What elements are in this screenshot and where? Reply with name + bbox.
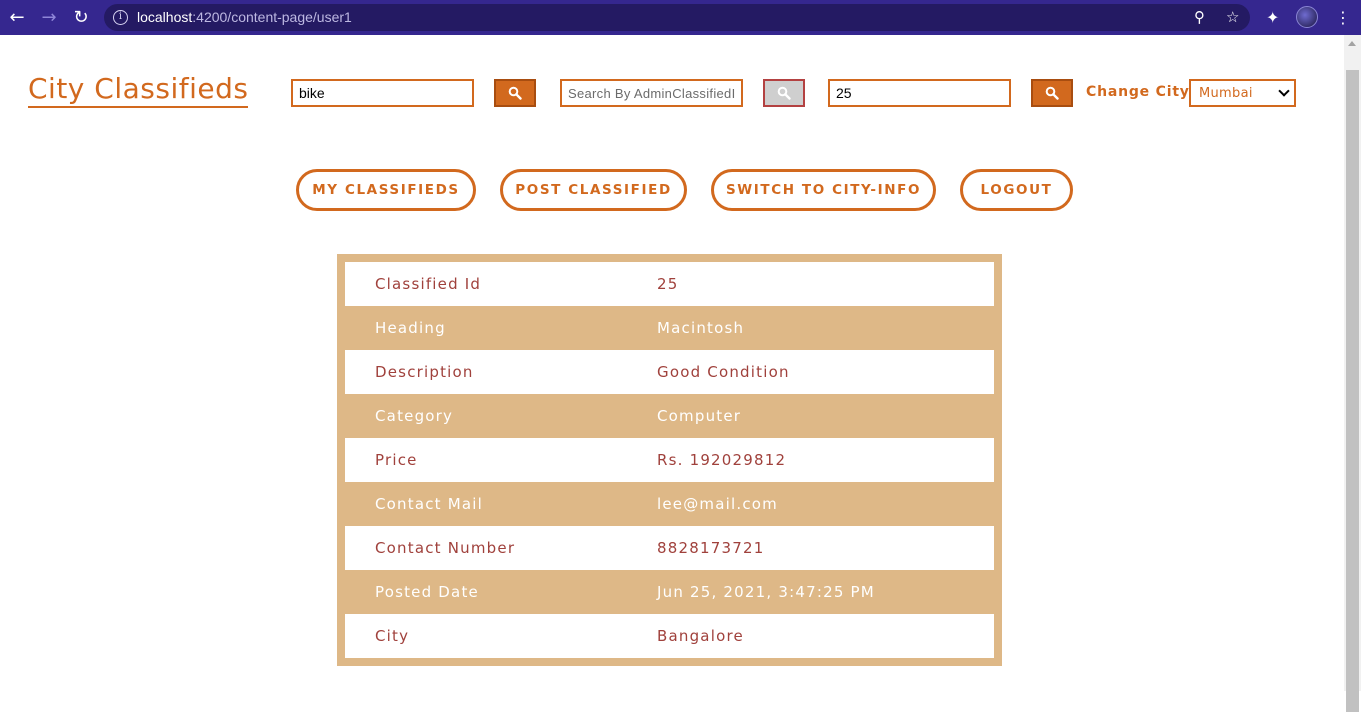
detail-row: Description Good Condition — [345, 350, 994, 394]
detail-label: Price — [375, 451, 418, 469]
brand-logo[interactable]: City Classifieds — [28, 72, 249, 108]
search-input-keyword[interactable] — [291, 79, 474, 107]
switch-city-info-button[interactable]: SWITCH TO CITY-INFO — [711, 169, 936, 211]
city-select[interactable]: Mumbai — [1189, 79, 1296, 107]
detail-value: Rs. 192029812 — [657, 451, 787, 469]
city-select-value: Mumbai — [1199, 85, 1253, 101]
detail-row: Classified Id 25 — [345, 262, 994, 306]
detail-value: lee@mail.com — [657, 495, 778, 513]
search-button-admin-id[interactable] — [763, 79, 805, 107]
profile-avatar[interactable] — [1296, 6, 1318, 28]
key-icon[interactable]: ⚲ — [1194, 8, 1205, 26]
detail-row: Posted Date Jun 25, 2021, 3:47:25 PM — [345, 570, 994, 614]
detail-value: Good Condition — [657, 363, 790, 381]
scrollbar-thumb[interactable] — [1346, 70, 1359, 712]
search-icon — [1045, 86, 1059, 100]
detail-label: Classified Id — [375, 275, 482, 293]
detail-row: Contact Mail lee@mail.com — [345, 482, 994, 526]
detail-row: Heading Macintosh — [345, 306, 994, 350]
detail-label: Heading — [375, 319, 446, 337]
page-scrollbar[interactable] — [1344, 35, 1361, 712]
detail-row: City Bangalore — [345, 614, 994, 658]
detail-value: Computer — [657, 407, 742, 425]
puzzle-extension-icon[interactable]: ✦ — [1266, 0, 1279, 35]
search-button-keyword[interactable] — [494, 79, 536, 107]
detail-label: Contact Number — [375, 539, 516, 557]
search-button-classified-id[interactable] — [1031, 79, 1073, 107]
url-text[interactable]: localhost:4200/content-page/user1 — [137, 9, 352, 25]
detail-label: Category — [375, 407, 454, 425]
detail-value: Macintosh — [657, 319, 745, 337]
detail-row: Category Computer — [345, 394, 994, 438]
browser-toolbar: ← → ↻ i localhost:4200/content-page/user… — [0, 0, 1361, 35]
chevron-down-icon — [1278, 85, 1290, 97]
site-info-icon[interactable]: i — [113, 10, 128, 25]
search-input-classified-id[interactable] — [828, 79, 1011, 107]
detail-value: 25 — [657, 275, 679, 293]
logout-button[interactable]: LOGOUT — [960, 169, 1073, 211]
detail-value: Bangalore — [657, 627, 744, 645]
detail-value: Jun 25, 2021, 3:47:25 PM — [657, 583, 875, 601]
post-classified-button[interactable]: POST CLASSIFIED — [500, 169, 687, 211]
star-icon[interactable]: ☆ — [1226, 8, 1239, 26]
detail-label: City — [375, 627, 410, 645]
back-arrow-icon[interactable]: ← — [3, 0, 31, 35]
detail-label: Description — [375, 363, 474, 381]
search-input-admin-id[interactable] — [560, 79, 743, 107]
detail-row: Price Rs. 192029812 — [345, 438, 994, 482]
address-bar[interactable]: i localhost:4200/content-page/user1 ⚲ ☆ — [104, 4, 1250, 31]
detail-value: 8828173721 — [657, 539, 765, 557]
url-host: localhost — [137, 9, 193, 25]
forward-arrow-icon[interactable]: → — [35, 0, 63, 35]
url-path: :4200/content-page/user1 — [192, 9, 352, 25]
reload-icon[interactable]: ↻ — [67, 0, 95, 35]
change-city-label: Change City — [1086, 84, 1190, 100]
menu-kebab-icon[interactable]: ⋮ — [1335, 0, 1351, 35]
my-classifieds-button[interactable]: MY CLASSIFIEDS — [296, 169, 476, 211]
classified-details-table: Classified Id 25 Heading Macintosh Descr… — [337, 254, 1002, 666]
scroll-up-arrow-icon[interactable] — [1348, 41, 1356, 46]
search-icon — [508, 86, 522, 100]
detail-label: Contact Mail — [375, 495, 483, 513]
detail-label: Posted Date — [375, 583, 479, 601]
search-icon — [777, 86, 791, 100]
detail-row: Contact Number 8828173721 — [345, 526, 994, 570]
